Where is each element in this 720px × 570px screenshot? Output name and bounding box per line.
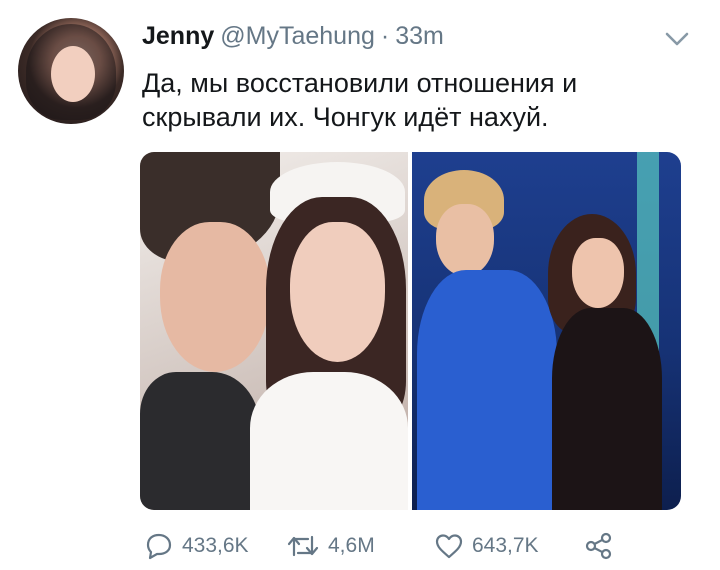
photo-left-figure-1-face (160, 222, 270, 372)
chevron-down-icon[interactable] (664, 30, 690, 48)
avatar[interactable] (18, 18, 124, 124)
like-button[interactable]: 643,7K (434, 528, 539, 564)
reply-icon (144, 532, 174, 560)
photo-left[interactable] (140, 152, 408, 510)
retweet-count: 4,6M (328, 534, 375, 557)
reply-button[interactable]: 433,6K (144, 528, 249, 564)
avatar-face (51, 46, 95, 102)
media-grid (140, 152, 681, 510)
photo-right[interactable] (412, 152, 681, 510)
like-count: 643,7K (472, 534, 539, 557)
share-icon (584, 532, 614, 560)
tweet-text: Да, мы восстановили отношения и скрывали… (142, 68, 578, 132)
retweet-button[interactable]: 4,6M (286, 528, 375, 564)
reply-count: 433,6K (182, 534, 249, 557)
photo-left-figure-2-face (290, 222, 385, 362)
tweet-actions: 433,6K 4,6M 643,7K (144, 528, 624, 564)
heart-icon (434, 532, 464, 560)
tweet-header: Jenny @MyTaehung · 33m (142, 22, 444, 56)
share-button[interactable] (584, 528, 614, 564)
author-handle[interactable]: @MyTaehung (220, 22, 375, 51)
retweet-icon (286, 533, 320, 559)
photo-left-figure-2-sweater (250, 372, 408, 510)
photo-right-figure-1-jacket (417, 270, 557, 510)
photo-right-figure-1-face (436, 204, 494, 276)
author-name[interactable]: Jenny (142, 22, 214, 51)
photo-right-figure-2-face (572, 238, 624, 308)
separator-dot: · (380, 22, 390, 50)
photo-left-figure-1-jacket (140, 372, 260, 510)
photo-right-figure-2-outfit (552, 308, 662, 510)
timestamp[interactable]: 33m (395, 22, 444, 51)
